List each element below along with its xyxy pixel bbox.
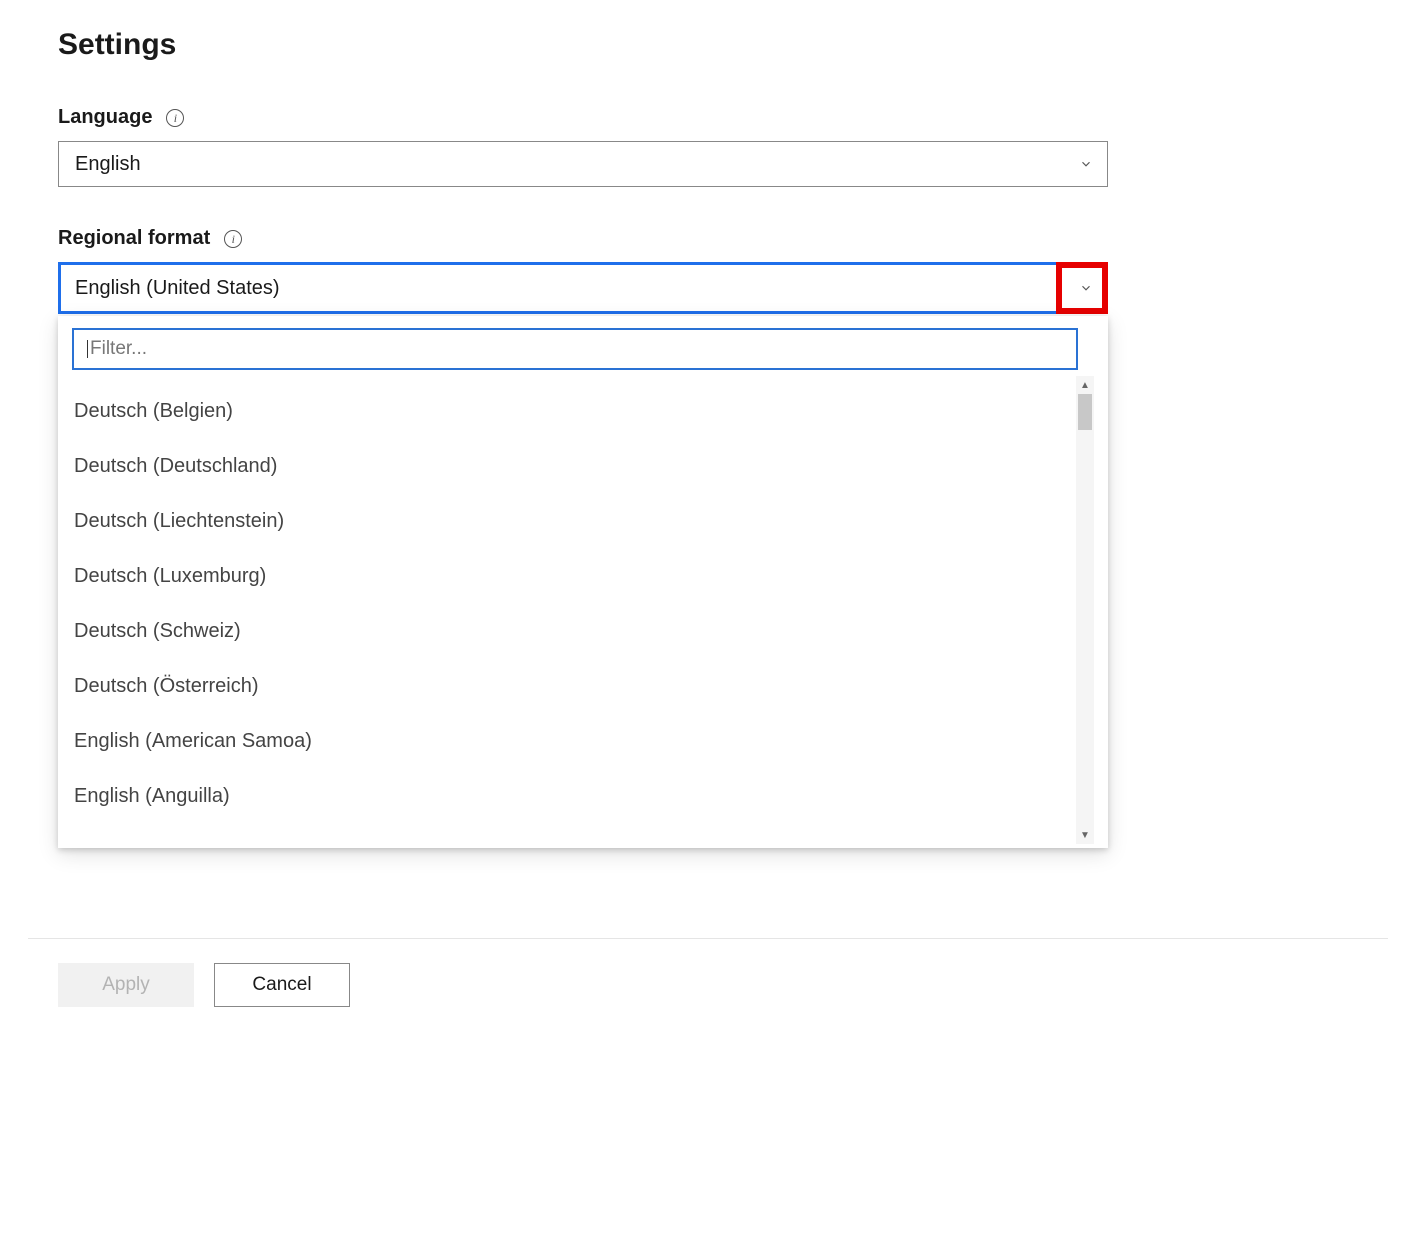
list-item[interactable]: Deutsch (Belgien) xyxy=(72,384,1076,439)
options-list: Deutsch (Belgien) Deutsch (Deutschland) … xyxy=(72,376,1076,844)
regional-format-value: English (United States) xyxy=(75,277,280,300)
list-item[interactable]: Deutsch (Liechtenstein) xyxy=(72,494,1076,549)
list-item[interactable]: Deutsch (Österreich) xyxy=(72,659,1076,714)
info-icon[interactable]: i xyxy=(224,230,242,248)
scrollbar[interactable]: ▲ ▼ xyxy=(1076,376,1094,844)
scroll-down-icon[interactable]: ▼ xyxy=(1076,826,1094,844)
info-icon[interactable]: i xyxy=(166,109,184,127)
apply-button[interactable]: Apply xyxy=(58,963,194,1007)
regional-format-label: Regional format xyxy=(58,227,210,250)
list-item[interactable]: Deutsch (Schweiz) xyxy=(72,604,1076,659)
page-title: Settings xyxy=(58,28,1358,62)
list-item[interactable]: English (Anguilla) xyxy=(72,769,1076,824)
footer: Apply Cancel xyxy=(0,939,1416,1047)
list-item[interactable]: English (American Samoa) xyxy=(72,714,1076,769)
regional-format-select[interactable]: English (United States) xyxy=(58,262,1108,314)
text-caret xyxy=(87,340,88,358)
language-value: English xyxy=(75,153,141,176)
scroll-up-icon[interactable]: ▲ xyxy=(1076,376,1094,394)
scroll-thumb[interactable] xyxy=(1078,394,1092,430)
chevron-down-icon xyxy=(1079,281,1093,295)
list-item[interactable]: Deutsch (Luxemburg) xyxy=(72,549,1076,604)
cancel-button[interactable]: Cancel xyxy=(214,963,350,1007)
language-select[interactable]: English xyxy=(58,141,1108,187)
regional-format-dropdown: Filter... Deutsch (Belgien) Deutsch (Deu… xyxy=(58,316,1108,848)
chevron-down-icon xyxy=(1079,157,1093,171)
language-label: Language xyxy=(58,106,152,129)
filter-input[interactable]: Filter... xyxy=(72,328,1078,370)
filter-placeholder: Filter... xyxy=(90,338,147,359)
list-item[interactable]: Deutsch (Deutschland) xyxy=(72,439,1076,494)
